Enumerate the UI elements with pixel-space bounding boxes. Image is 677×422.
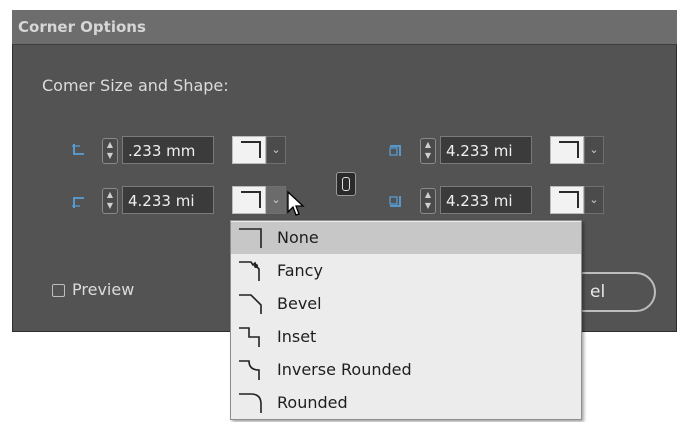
bottom-left-shape-swatch[interactable] bbox=[232, 186, 266, 214]
bottom-right-size-field[interactable]: 4.233 mi bbox=[440, 186, 532, 214]
menu-item-label: Fancy bbox=[277, 261, 323, 280]
top-left-corner-icon bbox=[72, 144, 84, 155]
menu-item-rounded[interactable]: Rounded bbox=[231, 387, 581, 419]
corner-inset-icon bbox=[239, 327, 260, 347]
corner-fancy-icon bbox=[239, 261, 260, 281]
menu-item-label: Inset bbox=[277, 327, 317, 346]
corner-bevel-icon bbox=[239, 294, 262, 314]
top-right-shape-dropdown[interactable]: ⌄ bbox=[584, 136, 604, 164]
top-right-shape-swatch[interactable] bbox=[550, 136, 584, 164]
menu-item-label: None bbox=[277, 228, 319, 247]
top-right-size-field[interactable]: 4.233 mi bbox=[440, 136, 532, 164]
preview-checkbox[interactable] bbox=[52, 284, 65, 297]
bottom-right-shape-swatch[interactable] bbox=[550, 186, 584, 214]
menu-item-label: Inverse Rounded bbox=[277, 360, 412, 379]
menu-item-none[interactable]: None bbox=[231, 222, 581, 254]
corner-shape-menu: None Fancy Bevel Inset Inverse Rounded R… bbox=[230, 220, 582, 420]
bottom-left-corner-icon bbox=[72, 197, 84, 208]
top-left-stepper[interactable]: ▲ ▼ bbox=[102, 138, 118, 164]
cancel-button-label: el bbox=[590, 282, 606, 302]
menu-item-fancy[interactable]: Fancy bbox=[231, 255, 581, 287]
top-left-shape-dropdown[interactable]: ⌄ bbox=[266, 136, 286, 164]
menu-item-label: Rounded bbox=[277, 393, 348, 412]
menu-item-inset[interactable]: Inset bbox=[231, 321, 581, 353]
corner-none-icon bbox=[239, 228, 262, 248]
menu-item-label: Bevel bbox=[277, 294, 322, 313]
menu-item-inverse-rounded[interactable]: Inverse Rounded bbox=[231, 354, 581, 386]
mouse-cursor-icon bbox=[287, 190, 305, 216]
preview-label[interactable]: Preview bbox=[72, 280, 134, 299]
corner-inverse-rounded-icon bbox=[239, 360, 260, 380]
dialog-titlebar[interactable]: Corner Options bbox=[12, 10, 677, 45]
top-left-shape-swatch[interactable] bbox=[232, 136, 266, 164]
bottom-left-size-field[interactable]: 4.233 mi bbox=[122, 186, 214, 214]
bottom-left-shape-dropdown[interactable]: ⌄ bbox=[266, 186, 286, 214]
section-label: Comer Size and Shape: bbox=[42, 76, 229, 95]
dialog-title: Corner Options bbox=[18, 18, 146, 36]
bottom-right-corner-icon bbox=[389, 196, 401, 207]
menu-item-bevel[interactable]: Bevel bbox=[231, 288, 581, 320]
bottom-left-stepper[interactable]: ▲ ▼ bbox=[102, 188, 118, 214]
top-left-size-field[interactable]: .233 mm bbox=[122, 136, 214, 164]
top-right-corner-icon bbox=[389, 145, 401, 156]
bottom-right-shape-dropdown[interactable]: ⌄ bbox=[584, 186, 604, 214]
corner-rounded-icon bbox=[239, 393, 262, 413]
make-all-settings-same-button[interactable] bbox=[336, 172, 356, 196]
top-right-stepper[interactable]: ▲ ▼ bbox=[420, 138, 436, 164]
bottom-right-stepper[interactable]: ▲ ▼ bbox=[420, 188, 436, 214]
